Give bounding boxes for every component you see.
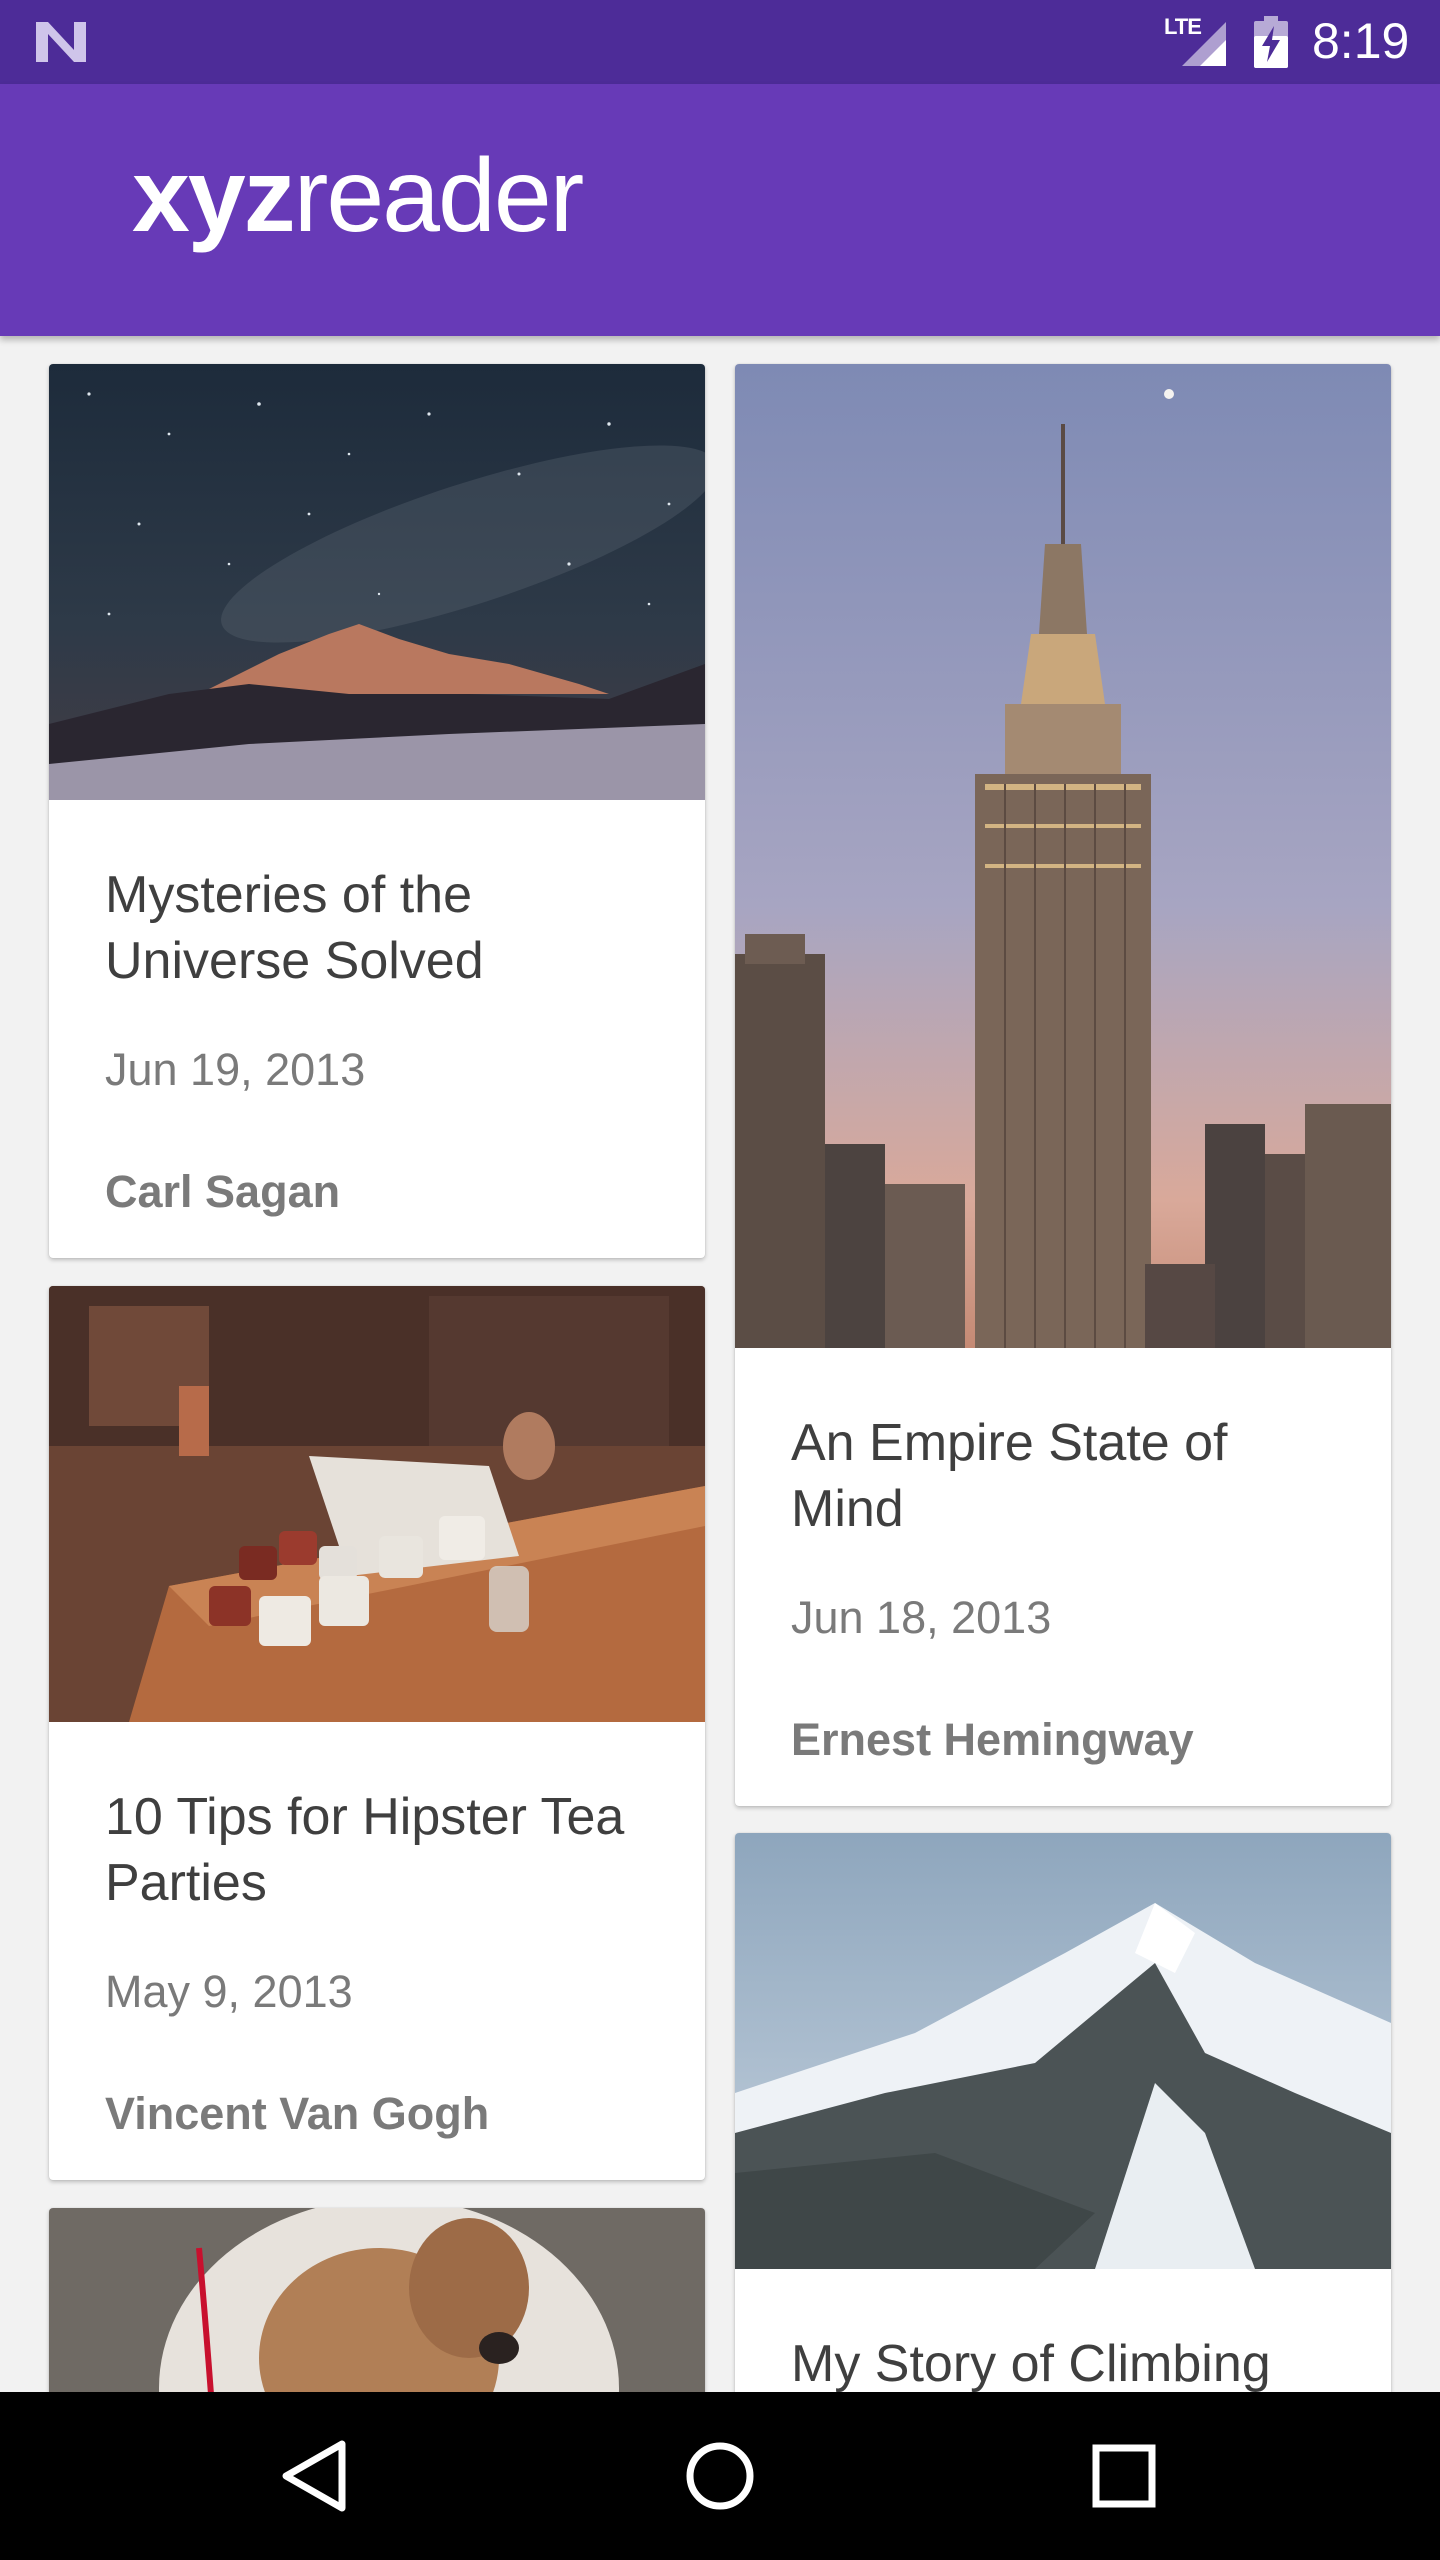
- article-feed[interactable]: Mysteries of the Universe Solved Jun 19,…: [0, 336, 1440, 2392]
- article-thumbnail: [49, 364, 705, 800]
- article-author: Vincent Van Gogh: [105, 2088, 490, 2139]
- system-navigation-bar: [0, 2392, 1440, 2560]
- article-card[interactable]: An Empire State of Mind Jun 18, 2013 Ern…: [735, 364, 1391, 1806]
- article-card[interactable]: Mysteries of the Universe Solved Jun 19,…: [49, 364, 705, 1258]
- home-icon[interactable]: [670, 2426, 770, 2526]
- article-thumbnail: [49, 2208, 705, 2392]
- article-title: My Story of Climbing: [791, 2335, 1271, 2392]
- article-thumbnail: [735, 1833, 1391, 2269]
- article-card[interactable]: [49, 2208, 705, 2392]
- status-bar: LTE 8:19: [0, 0, 1440, 84]
- clock: 8:19: [1312, 13, 1410, 69]
- article-title: 10 Tips for Hipster Tea Parties: [105, 1788, 625, 1912]
- recents-icon[interactable]: [1074, 2426, 1174, 2526]
- article-date: Jun 18, 2013: [791, 1592, 1052, 1643]
- article-date: May 9, 2013: [105, 1966, 353, 2017]
- article-title: Mysteries of the Universe Solved: [105, 866, 484, 990]
- app-logo: xyzreader: [132, 144, 584, 248]
- logo-bold-part: xyz: [132, 138, 296, 254]
- back-icon[interactable]: [264, 2426, 364, 2526]
- article-title: An Empire State of Mind: [791, 1414, 1228, 1538]
- article-card[interactable]: My Story of Climbing: [735, 1833, 1391, 2392]
- network-type: LTE: [1164, 14, 1202, 39]
- article-card[interactable]: 10 Tips for Hipster Tea Parties May 9, 2…: [49, 1286, 705, 2180]
- app-bar: xyzreader: [0, 84, 1440, 336]
- notification-n-icon: [36, 22, 86, 62]
- article-author: Carl Sagan: [105, 1166, 341, 1217]
- article-thumbnail: [735, 364, 1391, 1348]
- article-date: Jun 19, 2013: [105, 1044, 366, 1095]
- article-thumbnail: [49, 1286, 705, 1722]
- battery-charging-icon: [1254, 16, 1288, 68]
- article-author: Ernest Hemingway: [791, 1714, 1194, 1765]
- logo-regular-part: reader: [293, 138, 585, 254]
